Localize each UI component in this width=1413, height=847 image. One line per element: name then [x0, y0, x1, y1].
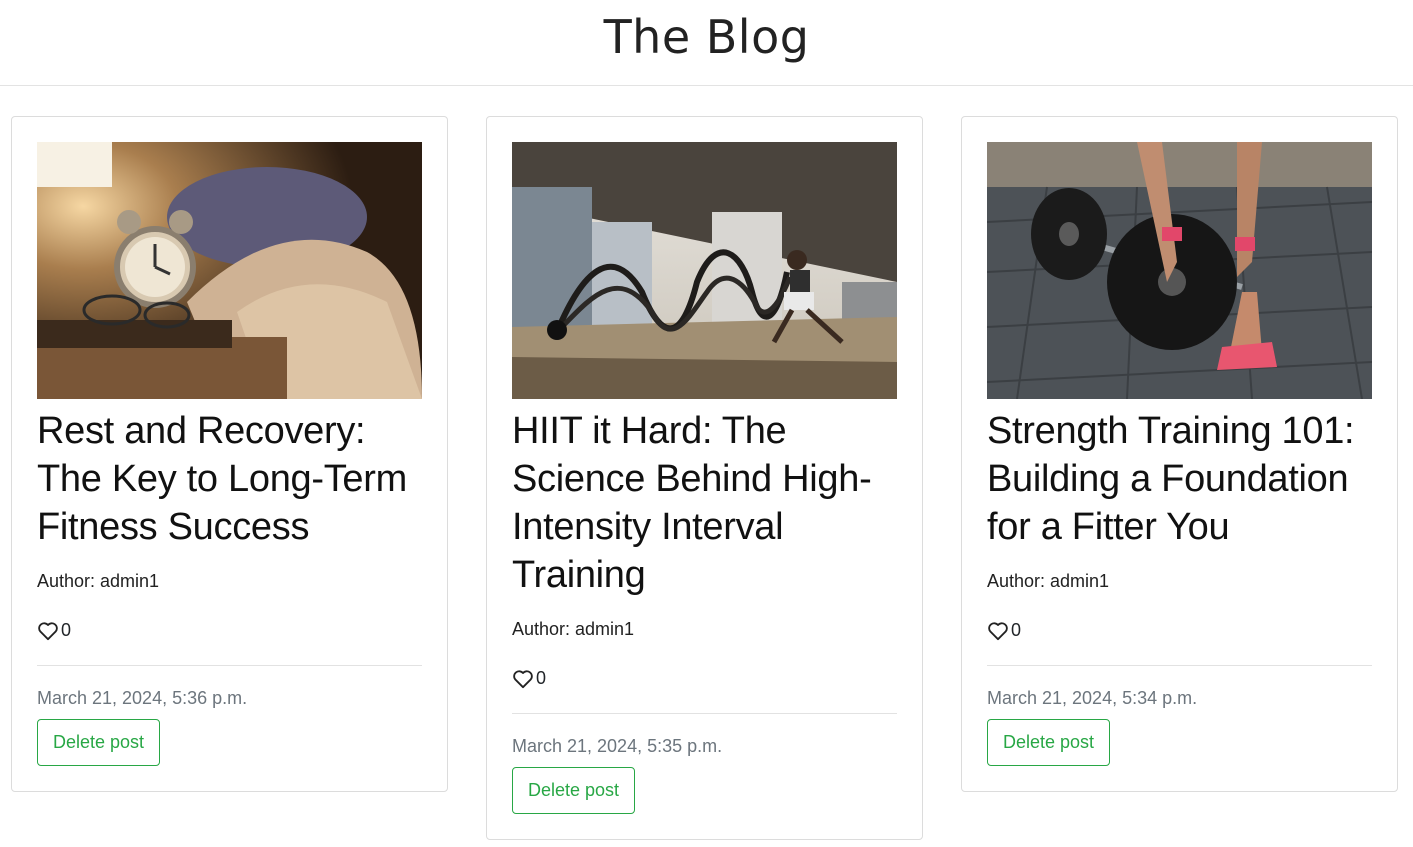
post-title[interactable]: HIIT it Hard: The Science Behind High-In…: [512, 407, 897, 599]
post-card: Strength Training 101: Building a Founda…: [961, 116, 1398, 792]
divider: [37, 665, 422, 666]
post-author: Author: admin1: [987, 571, 1110, 591]
bedside-clock-image: [37, 142, 422, 399]
post-grid: Rest and Recovery: The Key to Long-Term …: [0, 86, 1413, 847]
like-count: 0: [536, 668, 547, 688]
battle-ropes-image: [512, 142, 897, 399]
post-image[interactable]: [37, 142, 422, 399]
post-card: Rest and Recovery: The Key to Long-Term …: [11, 116, 448, 792]
post-image[interactable]: [987, 142, 1372, 399]
post-title[interactable]: Rest and Recovery: The Key to Long-Term …: [37, 407, 422, 551]
like-count: 0: [1011, 620, 1022, 640]
post-author: Author: admin1: [37, 571, 160, 591]
like-counter: 0: [987, 620, 1372, 641]
post-image[interactable]: [512, 142, 897, 399]
delete-post-button[interactable]: Delete post: [37, 719, 161, 766]
like-counter: 0: [37, 620, 422, 641]
barbell-image: [987, 142, 1372, 399]
post-date: March 21, 2024, 5:35 p.m.: [512, 736, 723, 756]
delete-post-button[interactable]: Delete post: [512, 767, 636, 814]
like-counter: 0: [512, 668, 897, 689]
heart-outline-icon[interactable]: [987, 621, 1009, 641]
divider: [512, 713, 897, 714]
page-title: The Blog: [603, 9, 810, 64]
heart-outline-icon[interactable]: [37, 621, 59, 641]
post-title[interactable]: Strength Training 101: Building a Founda…: [987, 407, 1372, 551]
delete-post-button[interactable]: Delete post: [987, 719, 1111, 766]
divider: [987, 665, 1372, 666]
post-date: March 21, 2024, 5:34 p.m.: [987, 688, 1198, 708]
post-author: Author: admin1: [512, 619, 635, 639]
post-date: March 21, 2024, 5:36 p.m.: [37, 688, 248, 708]
site-header: The Blog: [0, 0, 1413, 86]
post-card: HIIT it Hard: The Science Behind High-In…: [486, 116, 923, 840]
heart-outline-icon[interactable]: [512, 669, 534, 689]
like-count: 0: [61, 620, 72, 640]
